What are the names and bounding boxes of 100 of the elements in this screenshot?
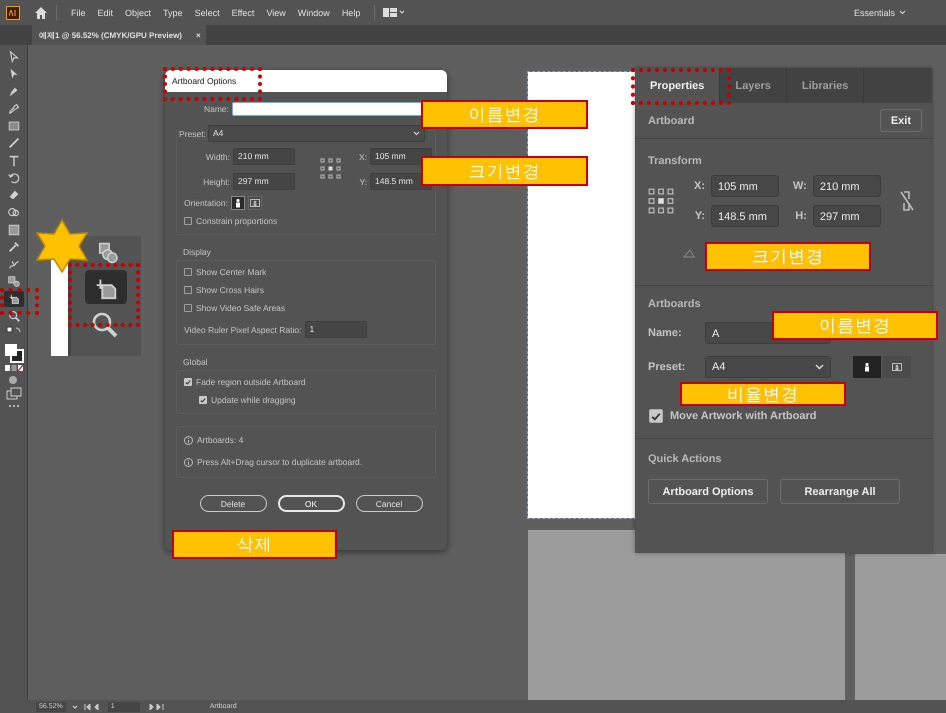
document-tab[interactable]: 예제1 @ 56.52% (CMYK/GPU Preview) × <box>32 25 206 45</box>
checkbox-label: Show Video Safe Areas <box>196 303 286 313</box>
chevron-icon[interactable] <box>72 704 78 710</box>
app-logo-icon[interactable] <box>6 6 20 20</box>
checkbox[interactable] <box>184 217 192 225</box>
unlink-icon[interactable] <box>898 189 915 213</box>
transform-field[interactable]: 297 mm <box>812 205 881 227</box>
menu-item[interactable]: Select <box>188 8 226 18</box>
document-title: 예제1 @ 56.52% (CMYK/GPU Preview) <box>39 30 182 40</box>
highlight-frame <box>0 288 39 315</box>
position-field[interactable]: 105 mm <box>370 148 432 165</box>
field-label: W: <box>793 180 807 192</box>
annotation-tooltip: 크기변경 <box>705 242 871 271</box>
person-frame-icon <box>250 198 260 208</box>
annotation-tooltip: 삭제 <box>172 530 337 559</box>
home-icon[interactable] <box>34 6 48 20</box>
dialog-button[interactable]: OK <box>278 495 344 512</box>
annotation-tooltip: 크기변경 <box>421 156 588 186</box>
field-label: Y: <box>694 210 705 222</box>
screen-mode-icon[interactable] <box>6 386 22 401</box>
quick-action-button[interactable]: Artboard Options <box>648 479 768 504</box>
menu-item[interactable]: Edit <box>92 8 120 18</box>
artboard[interactable] <box>528 530 845 700</box>
checkbox[interactable] <box>184 268 192 276</box>
checkbox-label: Constrain proportions <box>196 216 278 226</box>
field-label: Preset: <box>179 128 206 138</box>
checkbox-label: Fade region outside Artboard <box>196 377 306 387</box>
menu-item[interactable]: Type <box>157 8 189 18</box>
field-label: Y: <box>358 176 367 186</box>
info-icon <box>184 436 193 444</box>
landscape-orientation-button[interactable] <box>883 356 911 378</box>
preset-dropdown[interactable]: A4 <box>208 125 425 142</box>
close-icon[interactable]: × <box>196 30 201 40</box>
menu-item[interactable]: Help <box>336 8 366 18</box>
portrait-orientation-button[interactable] <box>230 196 245 210</box>
fill-stroke-icon[interactable] <box>4 343 24 364</box>
section-title: Display <box>183 247 212 257</box>
preset-dropdown[interactable]: A4 <box>705 356 831 378</box>
field-label: Width: <box>204 152 230 162</box>
quick-action-button[interactable]: Rearrange All <box>780 479 900 504</box>
field-label: H: <box>794 210 807 222</box>
section-title: Global <box>183 357 209 367</box>
dialog-title: Artboard Options <box>172 76 236 86</box>
chevron-icon[interactable] <box>413 131 420 136</box>
annotation-tooltip: 비율변경 <box>680 382 846 406</box>
checkbox-label: Move Artwork with Artboard <box>670 410 816 422</box>
person-icon <box>862 362 872 372</box>
star-icon <box>34 218 90 274</box>
size-field[interactable]: 210 mm <box>233 148 295 165</box>
field-label: Preset: <box>648 361 686 373</box>
menu-item[interactable]: Window <box>292 8 336 18</box>
artboard-tool-icon[interactable] <box>4 291 24 308</box>
section-title: Artboard <box>648 114 694 126</box>
transform-field[interactable]: 148.5 mm <box>711 205 779 227</box>
reference-point-icon[interactable] <box>319 157 341 179</box>
person-frame-icon <box>892 362 902 372</box>
workspace-label[interactable]: Essentials <box>854 8 895 18</box>
field-label: Video Ruler Pixel Aspect Ratio: <box>184 324 302 334</box>
section-title: Quick Actions <box>648 453 723 465</box>
info-icon <box>184 458 193 466</box>
transform-field[interactable]: 210 mm <box>812 175 881 197</box>
highlight-frame <box>68 263 140 327</box>
panel-tab[interactable]: Properties <box>635 68 720 103</box>
transform-field[interactable]: 105 mm <box>711 175 779 197</box>
ratio-field[interactable]: 1 <box>304 321 366 338</box>
checkbox[interactable] <box>184 378 192 386</box>
layout-icon[interactable] <box>383 8 406 18</box>
field-label: X: <box>358 152 367 162</box>
section-title: Transform <box>648 155 703 167</box>
field-label: Orientation: <box>184 198 228 208</box>
menu-item[interactable]: View <box>260 8 292 18</box>
menu-item[interactable]: File <box>65 8 92 18</box>
field-label: Name: <box>202 104 229 114</box>
checkbox[interactable] <box>184 304 192 312</box>
dialog-button[interactable]: Delete <box>200 495 266 512</box>
checkbox[interactable] <box>199 396 207 404</box>
checkbox-label: Update while dragging <box>211 395 296 405</box>
info-text: Press Alt+Drag cursor to duplicate artboard. <box>197 457 362 467</box>
section-title: Artboards <box>648 298 702 310</box>
menu-item[interactable]: Effect <box>226 8 260 18</box>
checkbox[interactable] <box>184 286 192 294</box>
chevron-icon[interactable] <box>899 10 906 15</box>
dialog-button[interactable]: Cancel <box>356 495 422 512</box>
checkbox-label: Show Center Mark <box>196 267 266 277</box>
landscape-orientation-button[interactable] <box>248 196 262 210</box>
field-label: Height: <box>202 176 230 186</box>
artboard-tool-icon <box>85 270 127 304</box>
annotation-tooltip: 이름변경 <box>421 100 588 129</box>
chevron-icon[interactable] <box>815 364 824 370</box>
menu-item[interactable]: Object <box>119 8 158 18</box>
field-label: X: <box>694 180 705 192</box>
field-label: Name: <box>648 327 683 339</box>
checkbox-label: Show Cross Hairs <box>196 285 264 295</box>
info-text: Artboards: 4 <box>197 435 244 445</box>
reference-point-icon[interactable] <box>648 188 674 214</box>
portrait-orientation-button[interactable] <box>853 356 881 378</box>
exit-button[interactable]: Exit <box>880 109 922 132</box>
color-mode-icon[interactable] <box>4 364 24 372</box>
annotation-tooltip: 이름변경 <box>772 311 938 340</box>
size-field[interactable]: 297 mm <box>233 173 295 190</box>
